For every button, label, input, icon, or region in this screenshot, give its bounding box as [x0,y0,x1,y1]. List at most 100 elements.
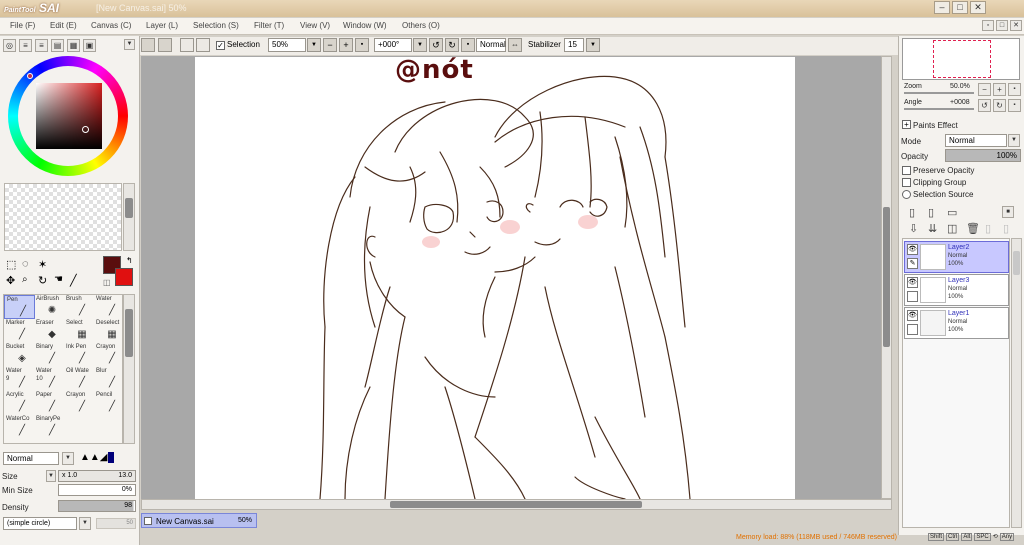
menu-selection[interactable]: Selection (S) [193,21,239,30]
paints-effect-label[interactable]: Paints Effect [913,121,958,130]
brush-tool-ink-pen[interactable]: Ink Pen ╱ [64,343,95,367]
brush-tool-crayon[interactable]: Crayon ╱ [94,343,125,367]
visibility-eye-icon[interactable]: 👁 [907,277,918,288]
brush-tool-select[interactable]: Select ▦ [64,319,95,343]
pen-lock-icon[interactable]: ✎ [907,258,918,269]
doc-maximize-button[interactable]: □ [996,20,1008,31]
magic-wand-icon[interactable]: ✶ [38,258,47,271]
pen-lock-icon[interactable] [907,291,918,302]
close-button[interactable]: ✕ [970,1,986,14]
new-folder-icon[interactable]: ▭ [947,206,957,219]
brush-blend-dropdown-icon[interactable]: ▼ [62,452,74,465]
menu-canvas[interactable]: Canvas (C) [91,21,131,30]
new-layer-icon[interactable]: ▯ [909,206,915,219]
nav-rotate-cw-icon[interactable]: ↻ [993,99,1006,112]
nav-zoom-slider[interactable] [904,92,974,94]
layer-row-layer1[interactable]: 👁 Layer1 Normal 100% [904,307,1009,339]
maximize-button[interactable]: □ [952,1,968,14]
brush-tool-marker[interactable]: Marker ╱ [4,319,35,343]
minimize-button[interactable]: – [934,1,950,14]
angle-dropdown-icon[interactable]: ▼ [413,38,427,52]
color-mixer-mode-icon[interactable]: ▤ [51,39,64,52]
navigator-preview[interactable] [902,38,1020,80]
layer-mode-dropdown-icon[interactable]: ▼ [1008,134,1020,147]
brush-tool-binarype[interactable]: BinaryPe ╱ [34,415,65,439]
brush-tool-pencil[interactable]: Pencil ╱ [94,391,125,415]
layer-mode-select[interactable]: Normal [945,134,1007,147]
zoom-reset-icon[interactable]: ▪ [355,38,369,52]
brush-tool-acrylic[interactable]: Acrylic ╱ [4,391,35,415]
layer-opacity-slider[interactable]: 100% [945,149,1021,162]
brush-tool-eraser[interactable]: Eraser ◆ [34,319,65,343]
eyedropper-icon[interactable]: ╱ [70,274,77,287]
layer-row-layer2[interactable]: 👁 ✎ Layer2 Normal 100% [904,241,1009,273]
clear-layer-icon[interactable]: ◫ [947,222,957,235]
menu-window[interactable]: Window (W) [343,21,387,30]
deselect-icon[interactable] [180,38,194,52]
flip-horizontal-icon[interactable]: ⇔ [508,38,522,52]
hand-icon[interactable]: ☚ [54,274,63,285]
size-field[interactable]: x 1.0 13.0 [58,470,136,482]
secondary-color-swatch[interactable] [115,268,133,286]
select-rect-icon[interactable]: ⬚ [6,258,16,271]
min-size-field[interactable]: 0% [58,484,136,496]
brush-tool-oil-wate[interactable]: Oil Wate ╱ [64,367,95,391]
transfer-down-icon[interactable]: ⇩ [909,222,918,235]
rotate-ccw-icon[interactable]: ↺ [429,38,443,52]
doc-close-button[interactable]: ✕ [1010,20,1022,31]
brush-tool-deselect[interactable]: Deselect ▦ [94,319,125,343]
brush-tool-waterco[interactable]: WaterCo ╱ [4,415,35,439]
brush-shape-presets[interactable]: ▲▲◢■ [80,452,114,463]
visibility-eye-icon[interactable]: 👁 [907,310,918,321]
zoom-dropdown-icon[interactable]: ▼ [307,38,321,52]
rotate-cw-icon[interactable]: ↻ [445,38,459,52]
new-linework-layer-icon[interactable]: ▯ [928,206,934,219]
brush-shape-dropdown-icon[interactable]: ▼ [79,517,91,530]
menu-filter[interactable]: Filter (T) [254,21,284,30]
nav-rotate-reset-icon[interactable]: ▪ [1008,99,1021,112]
density-slider[interactable]: 98 [58,500,136,512]
scratchpad[interactable] [4,183,122,251]
color-wheel-mode-icon[interactable]: ◎ [3,39,16,52]
apply-mask-icon[interactable]: ▯ [1003,222,1009,235]
layers-scrollbar[interactable] [1011,238,1022,528]
rgb-slider-mode-icon[interactable]: ≡ [19,39,32,52]
canvas-vertical-scrollbar[interactable] [881,56,892,499]
navigator-viewport-rect[interactable] [933,40,991,78]
nav-zoom-in-icon[interactable]: + [993,83,1006,96]
hsv-slider-mode-icon[interactable]: ≡ [35,39,48,52]
swap-colors-icon[interactable]: ↰ [126,256,133,265]
brush-grid-scrollbar[interactable] [123,294,135,444]
size-dropdown-icon[interactable]: ▼ [46,470,56,482]
menu-others[interactable]: Others (O) [402,21,440,30]
brush-tool-water[interactable]: Water 9 ╱ [4,367,35,391]
brush-tool-bucket[interactable]: Bucket ◈ [4,343,35,367]
layer-panel-menu-icon[interactable]: ■ [1002,206,1014,218]
stabilizer-field[interactable]: 15 [564,38,584,52]
redo-icon[interactable] [158,38,172,52]
brush-blend-mode-select[interactable]: Normal [3,452,59,465]
menu-layer[interactable]: Layer (L) [146,21,178,30]
canvas-horizontal-scrollbar[interactable] [141,499,892,510]
visibility-eye-icon[interactable]: 👁 [907,244,918,255]
move-icon[interactable]: ✥ [6,274,15,287]
selection-checkbox[interactable]: ✓ [216,41,225,50]
rotate-icon[interactable]: ↻ [38,274,47,287]
rotate-reset-icon[interactable]: ▪ [461,38,475,52]
nav-rotate-ccw-icon[interactable]: ↺ [978,99,991,112]
selection-source-radio[interactable] [902,190,911,199]
preserve-opacity-checkbox[interactable] [902,166,911,175]
angle-field[interactable]: +000° [374,38,412,52]
paints-effect-expand-icon[interactable]: + [902,120,911,129]
canvas-paper[interactable]: @nót [195,55,795,499]
nav-zoom-reset-icon[interactable]: ▪ [1008,83,1021,96]
invert-selection-icon[interactable] [196,38,210,52]
brush-shape-strength[interactable]: 50 [96,518,136,529]
pen-lock-icon[interactable] [907,324,918,335]
layer-row-layer3[interactable]: 👁 Layer3 Normal 100% [904,274,1009,306]
doc-restore-button[interactable]: ▫ [982,20,994,31]
zoom-icon[interactable]: ⌕ [22,274,28,285]
clipping-group-checkbox[interactable] [902,178,911,187]
merge-down-icon[interactable]: ⇊ [928,222,937,235]
menu-view[interactable]: View (V) [300,21,330,30]
